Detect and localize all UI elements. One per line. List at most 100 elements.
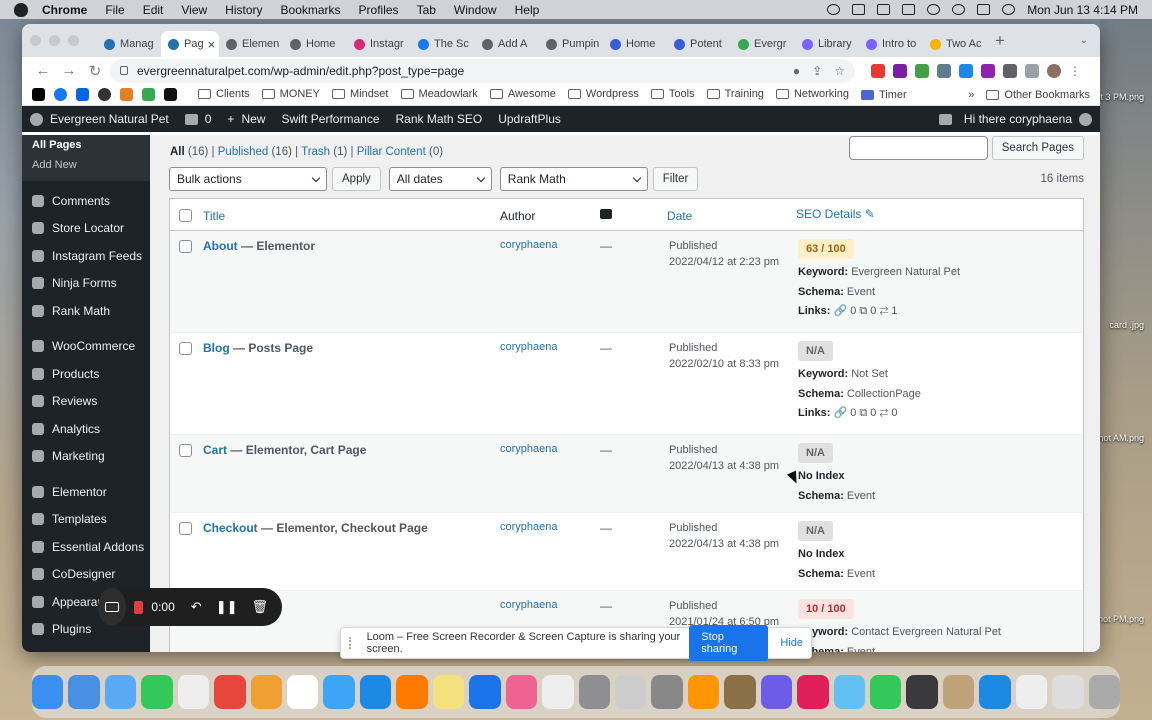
user-avatar-icon[interactable] xyxy=(1079,112,1092,126)
battery-icon[interactable] xyxy=(902,4,916,15)
dock-app-icon[interactable] xyxy=(432,675,465,709)
dock-app-icon[interactable] xyxy=(505,675,538,709)
row-checkbox[interactable] xyxy=(179,444,192,457)
menu-history[interactable]: History xyxy=(225,3,262,17)
sidebar-item-templates[interactable]: Templates xyxy=(22,506,150,534)
bookmark-folder[interactable]: Awesome xyxy=(489,88,556,100)
search-input[interactable] xyxy=(848,136,988,160)
trash-icon[interactable]: 🗑 xyxy=(251,599,268,615)
notification-icon[interactable] xyxy=(938,113,952,125)
dock-app-icon[interactable] xyxy=(104,675,137,709)
filter-button[interactable]: Filter xyxy=(652,167,699,191)
row-checkbox[interactable] xyxy=(179,522,192,535)
dock-app-icon[interactable] xyxy=(68,675,100,709)
bookmark-icon[interactable] xyxy=(32,88,45,101)
row-checkbox[interactable] xyxy=(179,240,192,253)
filter-pillar-content[interactable]: Pillar Content xyxy=(357,146,426,158)
pencil-icon[interactable]: ✎ xyxy=(865,207,875,221)
meta-icon[interactable] xyxy=(76,88,89,101)
comments-column-icon[interactable] xyxy=(600,209,612,219)
more-bookmarks-button[interactable]: » xyxy=(968,89,974,101)
address-bar[interactable]: evergreennaturalpet.com/wp-admin/edit.ph… xyxy=(110,58,855,83)
minimize-window-button[interactable] xyxy=(49,35,60,46)
author-link[interactable]: coryphaena xyxy=(500,239,558,251)
dock-app-icon[interactable] xyxy=(287,675,319,709)
sidebar-item-marketing[interactable]: Marketing xyxy=(22,443,150,471)
dock-app-icon[interactable] xyxy=(870,675,902,709)
hide-banner-button[interactable]: Hide xyxy=(780,637,803,649)
menu-profiles[interactable]: Profiles xyxy=(359,3,399,17)
browser-tab[interactable]: Manag xyxy=(97,31,161,57)
siri-icon[interactable] xyxy=(1002,4,1016,15)
browser-tab[interactable]: Add A xyxy=(475,31,539,57)
browser-tab[interactable]: Potent xyxy=(667,31,731,57)
menu-help[interactable]: Help xyxy=(515,3,540,17)
seo-score-badge[interactable]: N/A xyxy=(798,341,833,361)
dock-app-icon[interactable] xyxy=(979,675,1011,709)
menu-bar-clock[interactable]: Mon Jun 13 4:14 PM xyxy=(1027,3,1138,17)
timer-bookmark[interactable]: Timer xyxy=(860,89,907,101)
bookmark-folder[interactable]: MONEY xyxy=(261,88,320,100)
dock-app-icon[interactable] xyxy=(833,675,865,709)
sidebar-item-reviews[interactable]: Reviews xyxy=(22,388,150,416)
bookmark-folder[interactable]: Training xyxy=(706,88,764,100)
rank-math-link[interactable]: Rank Math SEO xyxy=(396,112,483,126)
tab-search-button[interactable]: ⌄ xyxy=(1080,35,1088,46)
account-greeting[interactable]: Hi there coryphaena xyxy=(964,112,1072,126)
bookmark-icon[interactable] xyxy=(120,88,133,101)
menu-window[interactable]: Window xyxy=(454,3,497,17)
column-seo-details[interactable]: SEO Details ✎ xyxy=(796,207,875,221)
more-menu-icon[interactable]: ⋮ xyxy=(1069,64,1081,78)
drag-handle-icon[interactable] xyxy=(349,637,355,649)
filter-trash[interactable]: Trash xyxy=(301,146,330,158)
seo-score-badge[interactable]: 63 / 100 xyxy=(798,239,854,259)
menu-tab[interactable]: Tab xyxy=(417,3,436,17)
extension-icon[interactable] xyxy=(937,63,951,78)
bookmark-folder[interactable]: Mindset xyxy=(331,88,389,100)
microphone-icon[interactable]: ● xyxy=(793,64,800,78)
sidebar-item-essential-addons[interactable]: Essential Addons xyxy=(22,533,150,561)
browser-tab[interactable]: Library xyxy=(795,31,859,57)
sidebar-item-analytics[interactable]: Analytics xyxy=(22,415,150,443)
dock-app-icon[interactable] xyxy=(760,675,793,709)
site-name-link[interactable]: Evergreen Natural Pet xyxy=(30,112,169,126)
extension-icon[interactable] xyxy=(981,63,995,78)
sidebar-item-store-locator[interactable]: Store Locator xyxy=(22,215,150,243)
dock-app-icon[interactable] xyxy=(1015,675,1048,709)
zoom-window-button[interactable] xyxy=(68,35,79,46)
undo-icon[interactable]: ↶ xyxy=(191,599,202,615)
dock-app-icon[interactable] xyxy=(141,675,173,709)
dock-app-icon[interactable] xyxy=(614,675,647,709)
bookmark-folder[interactable]: Wordpress xyxy=(567,88,639,100)
search-icon[interactable] xyxy=(952,4,966,15)
sidebar-item-products[interactable]: Products xyxy=(22,360,150,388)
dock-app-icon[interactable] xyxy=(542,675,574,709)
page-title-link[interactable]: Cart xyxy=(203,443,227,457)
pause-icon[interactable]: ❚❚ xyxy=(216,599,238,615)
menu-view[interactable]: View xyxy=(181,3,207,17)
apple-icon[interactable] xyxy=(14,2,28,17)
dock-app-icon[interactable] xyxy=(724,675,756,709)
sidebar-item-codesigner[interactable]: CoDesigner xyxy=(22,561,150,589)
camera-toggle-button[interactable] xyxy=(98,588,126,626)
browser-tab[interactable]: Two Ac xyxy=(923,31,987,57)
control-center-icon[interactable] xyxy=(977,4,991,15)
browser-tab[interactable]: Home xyxy=(283,31,347,57)
select-all-checkbox[interactable] xyxy=(179,209,192,222)
forward-button[interactable]: → xyxy=(58,62,80,79)
wifi-icon[interactable] xyxy=(927,4,941,15)
page-title-link[interactable]: Blog xyxy=(203,341,230,355)
lock-icon[interactable] xyxy=(120,66,128,75)
extension-icon[interactable] xyxy=(915,63,929,78)
author-link[interactable]: coryphaena xyxy=(500,341,558,353)
close-tab-icon[interactable]: × xyxy=(208,37,216,52)
extension-icon[interactable] xyxy=(871,63,885,78)
search-pages-button[interactable]: Search Pages xyxy=(991,136,1084,160)
browser-tab[interactable]: Intro to xyxy=(859,31,923,57)
dock-app-icon[interactable] xyxy=(1088,675,1121,709)
new-content-link[interactable]: + New xyxy=(227,112,265,126)
puzzle-icon[interactable] xyxy=(1003,63,1017,78)
bookmark-folder[interactable]: Tools xyxy=(650,88,695,100)
facebook-icon[interactable] xyxy=(54,88,67,101)
seo-score-badge[interactable]: N/A xyxy=(798,521,833,541)
